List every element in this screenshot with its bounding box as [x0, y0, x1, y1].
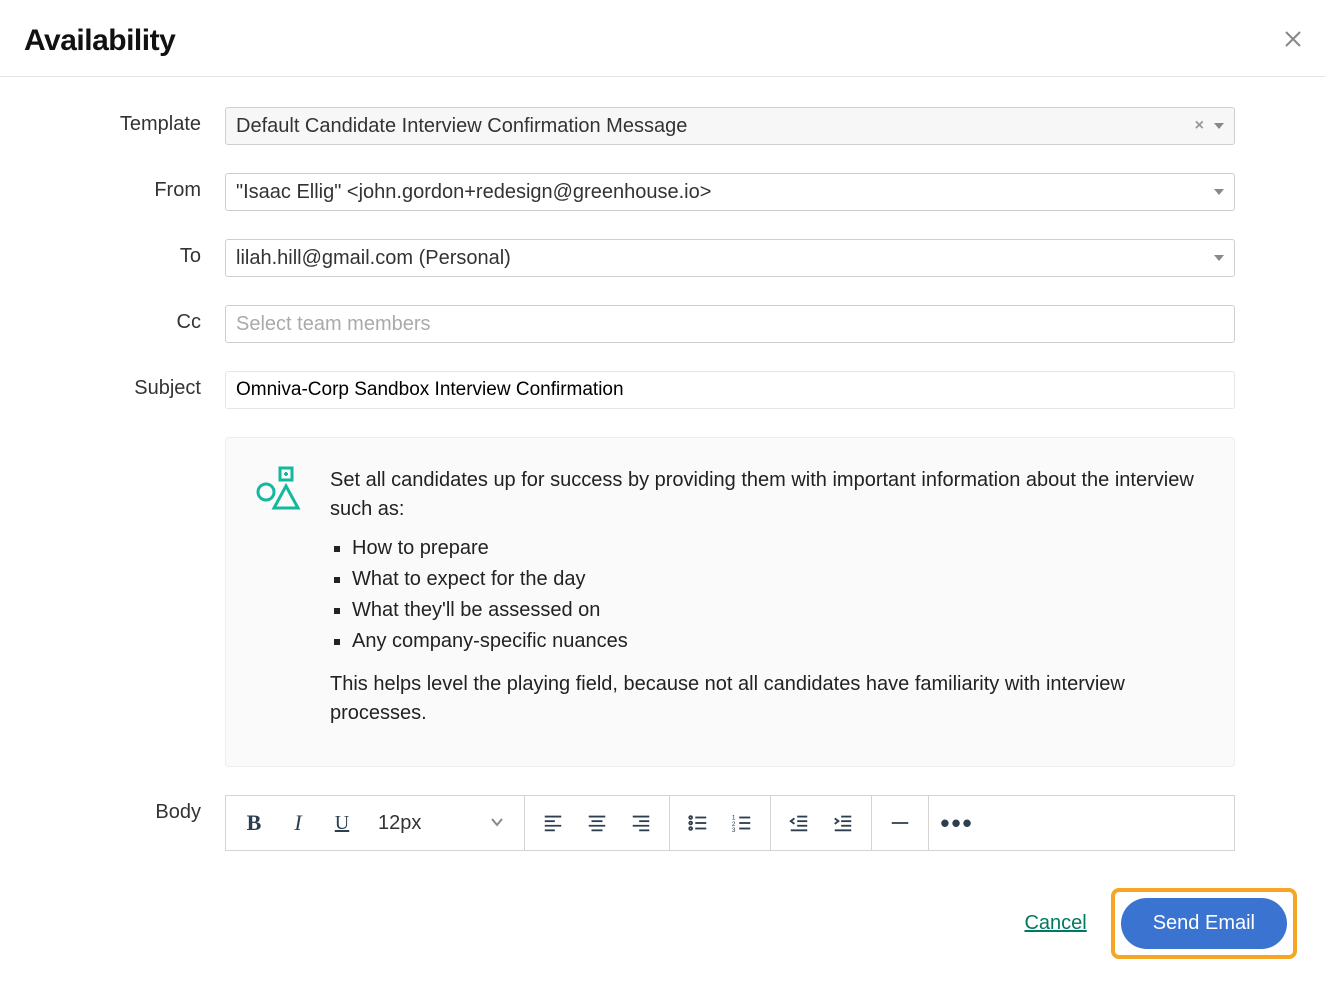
guidance-item: How to prepare	[352, 534, 1206, 563]
chevron-down-icon	[1214, 255, 1224, 261]
italic-button[interactable]: I	[278, 803, 318, 843]
more-icon: •••	[940, 808, 973, 839]
guidance-item: What they'll be assessed on	[352, 596, 1206, 625]
align-left-button[interactable]	[533, 803, 573, 843]
align-right-button[interactable]	[621, 803, 661, 843]
close-icon[interactable]	[1285, 31, 1301, 52]
unordered-list-button[interactable]	[678, 803, 718, 843]
guidance-intro: Set all candidates up for success by pro…	[330, 466, 1206, 524]
from-value: "Isaac Ellig" <john.gordon+redesign@gree…	[236, 181, 1214, 204]
template-value: Default Candidate Interview Confirmation…	[236, 115, 1195, 138]
chevron-down-icon	[1214, 123, 1224, 129]
guidance-list: How to prepare What to expect for the da…	[330, 534, 1206, 656]
subject-input[interactable]	[225, 371, 1235, 409]
outdent-button[interactable]	[779, 803, 819, 843]
from-select[interactable]: "Isaac Ellig" <john.gordon+redesign@gree…	[225, 173, 1235, 211]
chevron-down-icon	[490, 812, 504, 835]
dialog-header: Availability	[0, 0, 1325, 77]
subject-row: Subject	[40, 371, 1235, 409]
to-label: To	[40, 239, 225, 268]
to-value: lilah.hill@gmail.com (Personal)	[236, 247, 1214, 270]
template-label: Template	[40, 107, 225, 136]
info-row: Set all candidates up for success by pro…	[40, 437, 1235, 767]
guidance-text: Set all candidates up for success by pro…	[330, 466, 1206, 738]
send-email-button[interactable]: Send Email	[1121, 898, 1287, 949]
body-label: Body	[40, 795, 225, 824]
dialog-footer: Cancel Send Email	[0, 866, 1325, 981]
editor-toolbar: B I U 12px	[225, 795, 1235, 851]
underline-button[interactable]: U	[322, 803, 362, 843]
send-button-highlight: Send Email	[1111, 888, 1297, 959]
guidance-panel: Set all candidates up for success by pro…	[225, 437, 1235, 767]
template-row: Template Default Candidate Interview Con…	[40, 107, 1235, 145]
email-form: Template Default Candidate Interview Con…	[0, 77, 1325, 852]
bold-button[interactable]: B	[234, 803, 274, 843]
cc-label: Cc	[40, 305, 225, 334]
more-options-button[interactable]: •••	[937, 803, 977, 843]
font-size-select[interactable]: 12px	[366, 812, 516, 835]
align-center-button[interactable]	[577, 803, 617, 843]
guidance-item: What to expect for the day	[352, 565, 1206, 594]
clear-template-icon[interactable]: ×	[1195, 117, 1204, 135]
from-row: From "Isaac Ellig" <john.gordon+redesign…	[40, 173, 1235, 211]
to-select[interactable]: lilah.hill@gmail.com (Personal)	[225, 239, 1235, 277]
indent-button[interactable]	[823, 803, 863, 843]
cc-input[interactable]	[225, 305, 1235, 343]
shapes-icon	[254, 466, 302, 514]
subject-label: Subject	[40, 371, 225, 400]
horizontal-rule-button[interactable]	[880, 803, 920, 843]
cancel-button[interactable]: Cancel	[1024, 912, 1086, 935]
template-select[interactable]: Default Candidate Interview Confirmation…	[225, 107, 1235, 145]
dialog-title: Availability	[24, 24, 175, 58]
ordered-list-button[interactable]: 123	[722, 803, 762, 843]
from-label: From	[40, 173, 225, 202]
cc-row: Cc	[40, 305, 1235, 343]
font-size-value: 12px	[378, 812, 421, 835]
guidance-item: Any company-specific nuances	[352, 627, 1206, 656]
body-row: Body B I U 12px	[40, 795, 1235, 851]
guidance-outro: This helps level the playing field, beca…	[330, 670, 1206, 728]
chevron-down-icon	[1214, 189, 1224, 195]
to-row: To lilah.hill@gmail.com (Personal)	[40, 239, 1235, 277]
svg-text:3: 3	[732, 827, 736, 834]
